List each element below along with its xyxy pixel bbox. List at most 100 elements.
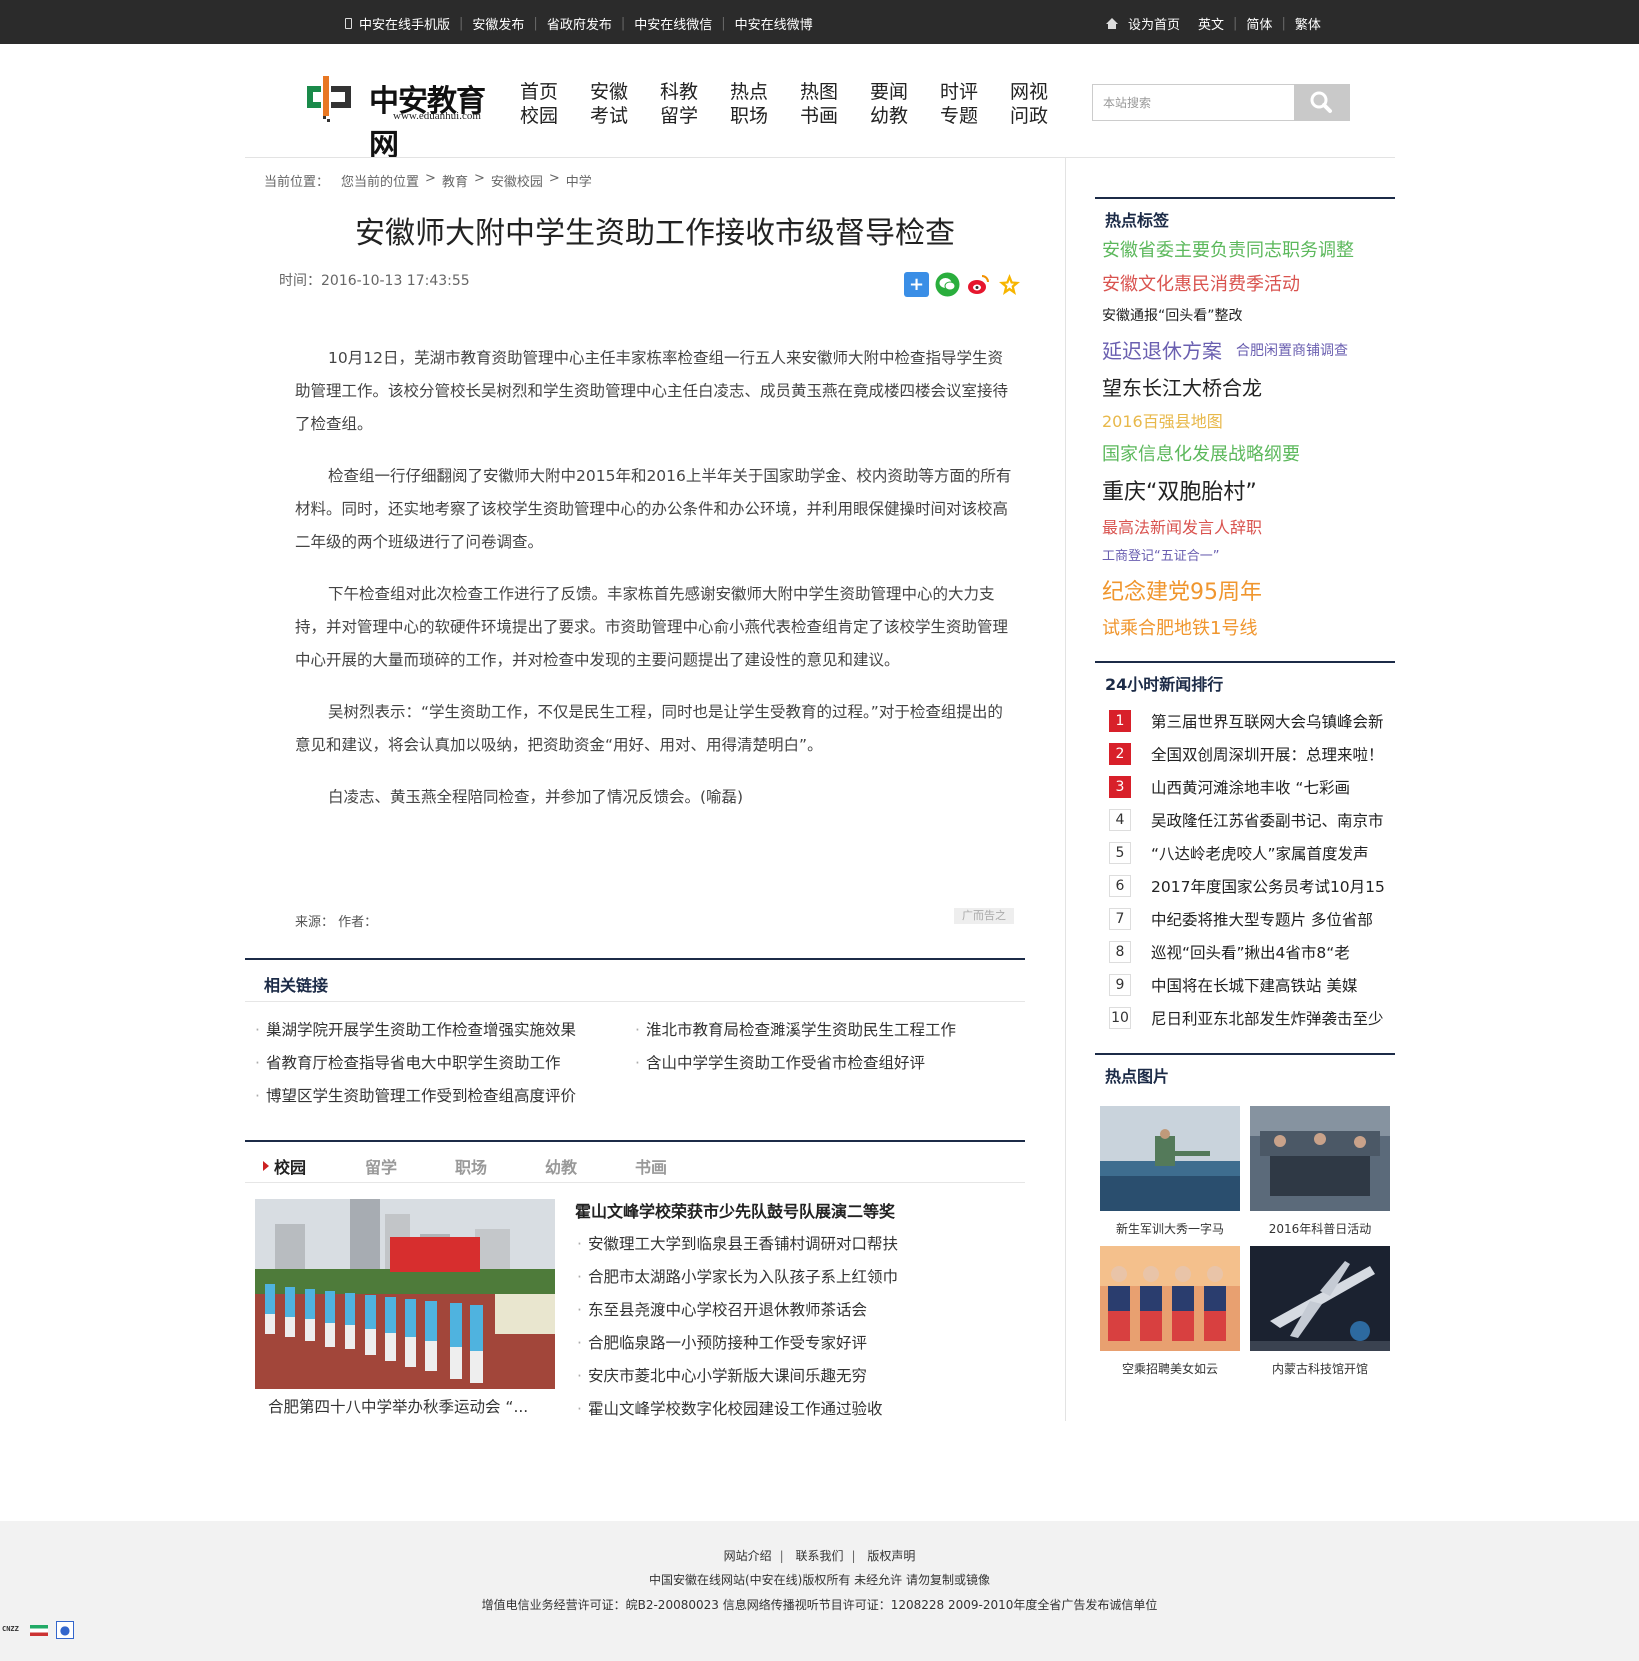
nav-inquiry[interactable]: 问政 — [1010, 105, 1048, 127]
related-link[interactable]: 省教育厅检查指导省电大中职学生资助工作 — [255, 1051, 561, 1073]
related-link[interactable]: 淮北市教育局检查濉溪学生资助民生工程工作 — [635, 1018, 956, 1040]
simplified-link[interactable]: 简体 — [1246, 14, 1272, 33]
nav-anhui[interactable]: 安徽 — [590, 81, 628, 103]
rank-text[interactable]: 中纪委将推大型专题片 多位省部 — [1151, 908, 1373, 930]
nav-hot[interactable]: 热点 — [730, 81, 768, 103]
paw-badge-icon[interactable]: ● — [56, 1621, 74, 1639]
related-link[interactable]: 含山中学学生资助工作受省市检查组好评 — [635, 1051, 925, 1073]
top-link-mobile[interactable]: 中安在线手机版 — [359, 14, 450, 33]
ad-tag[interactable]: 广而告之 — [954, 908, 1014, 924]
rank-item[interactable]: 10 尼日利亚东北部发生炸弹袭击至少 — [1109, 1007, 1395, 1029]
rank-text[interactable]: 巡视“回头看”揪出4省市8“老 — [1151, 941, 1350, 963]
wechat-icon[interactable] — [935, 272, 960, 297]
hot-tag[interactable]: 安徽文化惠民消费季活动 — [1102, 270, 1300, 296]
nav-news[interactable]: 要闻 — [870, 81, 908, 103]
hot-tag[interactable]: 最高法新闻发言人辞职 — [1102, 514, 1262, 538]
hot-tag[interactable]: 安徽通报“回头看”整改 — [1102, 305, 1243, 325]
campus-news-item[interactable]: 霍山文峰学校数字化校园建设工作通过验收 — [577, 1397, 883, 1419]
rank-item[interactable]: 5 “八达岭老虎咬人”家属首度发声 — [1109, 842, 1395, 864]
hot-tag[interactable]: 2016百强县地图 — [1102, 408, 1223, 432]
hot-pic[interactable] — [1100, 1106, 1240, 1211]
campus-headline[interactable]: 霍山文峰学校荣获市少先队鼓号队展演二等奖 — [575, 1198, 895, 1222]
breadcrumb-item-campus[interactable]: 安徽校园 — [491, 171, 543, 190]
rank-item[interactable]: 9 中国将在长城下建高铁站 美媒 — [1109, 974, 1395, 996]
site-logo[interactable]: 中安教育网 www.eduanhui.com — [307, 74, 507, 163]
breadcrumb-item-current[interactable]: 您当前的位置 — [341, 171, 419, 190]
nav-science[interactable]: 科教 — [660, 81, 698, 103]
hot-tag[interactable]: 工商登记“五证合一” — [1102, 545, 1219, 564]
rank-item[interactable]: 6 2017年度国家公务员考试10月15 — [1109, 875, 1395, 897]
hot-tag[interactable]: 国家信息化发展战略纲要 — [1102, 440, 1300, 466]
tab-study-abroad[interactable]: 留学 — [365, 1154, 397, 1178]
top-link-weibo[interactable]: 中安在线微博 — [735, 14, 813, 33]
nav-home[interactable]: 首页 — [520, 81, 558, 103]
hot-pic[interactable] — [1100, 1246, 1240, 1351]
cnzz-badge[interactable]: CNZZ — [2, 1625, 24, 1636]
rank-text[interactable]: 全国双创周深圳开展：总理来啦！ — [1151, 743, 1384, 765]
hot-tag[interactable]: 纪念建党95周年 — [1102, 574, 1262, 606]
campus-photo[interactable] — [255, 1199, 555, 1389]
footer-link-contact[interactable]: 联系我们 — [795, 1549, 843, 1563]
rank-text[interactable]: 第三届世界互联网大会乌镇峰会新 — [1151, 710, 1384, 732]
campus-news-item[interactable]: 安徽理工大学到临泉县王香铺村调研对口帮扶 — [577, 1232, 898, 1254]
campus-news-item[interactable]: 合肥临泉路一小预防接种工作受专家好评 — [577, 1331, 867, 1353]
tab-career[interactable]: 职场 — [455, 1154, 487, 1178]
campus-news-item[interactable]: 东至县尧渡中心学校召开退休教师茶话会 — [577, 1298, 867, 1320]
hot-pic-caption[interactable]: 空乘招聘美女如云 — [1100, 1360, 1240, 1377]
campus-news-item[interactable]: 安庆市菱北中心小学新版大课间乐趣无穷 — [577, 1364, 867, 1386]
rank-text[interactable]: 中国将在长城下建高铁站 美媒 — [1151, 974, 1357, 996]
rank-text[interactable]: “八达岭老虎咬人”家属首度发声 — [1151, 842, 1369, 864]
rank-item[interactable]: 3 山西黄河滩涂地丰收 “七彩画 — [1109, 776, 1395, 798]
weibo-icon[interactable] — [966, 272, 991, 297]
hot-pic[interactable] — [1250, 1106, 1390, 1211]
favorite-star-icon[interactable] — [997, 272, 1022, 297]
nav-video[interactable]: 网视 — [1010, 81, 1048, 103]
breadcrumb-item-middle-school[interactable]: 中学 — [566, 171, 592, 190]
nav-commentary[interactable]: 时评 — [940, 81, 978, 103]
hot-pic-caption[interactable]: 内蒙古科技馆开馆 — [1250, 1360, 1390, 1377]
hot-tag[interactable]: 试乘合肥地铁1号线 — [1102, 614, 1257, 640]
hot-pic-caption[interactable]: 2016年科普日活动 — [1250, 1220, 1390, 1237]
hot-tag[interactable]: 望东长江大桥合龙 — [1102, 372, 1262, 401]
share-more-icon[interactable]: + — [904, 272, 929, 297]
flag-badge-icon[interactable] — [30, 1624, 48, 1636]
traditional-link[interactable]: 繁体 — [1295, 14, 1321, 33]
tab-preschool[interactable]: 幼教 — [545, 1154, 577, 1178]
footer-link-copyright[interactable]: 版权声明 — [867, 1549, 915, 1563]
campus-photo-caption[interactable]: 合肥第四十八中学举办秋季运动会 “... — [268, 1395, 528, 1417]
nav-study-abroad[interactable]: 留学 — [660, 105, 698, 127]
top-link-wechat[interactable]: 中安在线微信 — [634, 14, 712, 33]
campus-news-item[interactable]: 合肥市太湖路小学家长为入队孩子系上红领巾 — [577, 1265, 898, 1287]
rank-text[interactable]: 尼日利亚东北部发生炸弹袭击至少 — [1151, 1007, 1384, 1029]
rank-item[interactable]: 1 第三届世界互联网大会乌镇峰会新 — [1109, 710, 1395, 732]
nav-hot-pics[interactable]: 热图 — [800, 81, 838, 103]
hot-tag[interactable]: 延迟退休方案 — [1102, 335, 1222, 364]
hot-tag[interactable]: 重庆“双胞胎村” — [1102, 474, 1257, 506]
top-link-anhui-release[interactable]: 安徽发布 — [472, 14, 524, 33]
hot-tag[interactable]: 安徽省委主要负责同志职务调整 — [1102, 236, 1354, 262]
nav-exam[interactable]: 考试 — [590, 105, 628, 127]
top-link-gov-release[interactable]: 省政府发布 — [547, 14, 612, 33]
rank-text[interactable]: 2017年度国家公务员考试10月15 — [1151, 875, 1385, 897]
search-input[interactable] — [1092, 84, 1296, 121]
tab-calligraphy[interactable]: 书画 — [635, 1154, 667, 1178]
breadcrumb-item-education[interactable]: 教育 — [442, 171, 468, 190]
nav-career[interactable]: 职场 — [730, 105, 768, 127]
tab-campus[interactable]: 校园 — [263, 1154, 306, 1178]
nav-topics[interactable]: 专题 — [940, 105, 978, 127]
search-button[interactable] — [1294, 84, 1350, 121]
nav-calligraphy[interactable]: 书画 — [800, 105, 838, 127]
nav-preschool[interactable]: 幼教 — [870, 105, 908, 127]
hot-tag[interactable]: 合肥闲置商铺调查 — [1236, 340, 1348, 360]
hot-pic[interactable] — [1250, 1246, 1390, 1351]
rank-item[interactable]: 8 巡视“回头看”揪出4省市8“老 — [1109, 941, 1395, 963]
rank-text[interactable]: 吴政隆任江苏省委副书记、南京市 — [1151, 809, 1384, 831]
hot-pic-caption[interactable]: 新生军训大秀一字马 — [1100, 1220, 1240, 1237]
rank-item[interactable]: 7 中纪委将推大型专题片 多位省部 — [1109, 908, 1395, 930]
nav-campus[interactable]: 校园 — [520, 105, 558, 127]
related-link[interactable]: 巢湖学院开展学生资助工作检查增强实施效果 — [255, 1018, 576, 1040]
footer-link-about[interactable]: 网站介绍 — [724, 1549, 772, 1563]
rank-item[interactable]: 2 全国双创周深圳开展：总理来啦！ — [1109, 743, 1395, 765]
english-link[interactable]: 英文 — [1198, 14, 1224, 33]
related-link[interactable]: 博望区学生资助管理工作受到检查组高度评价 — [255, 1084, 576, 1106]
